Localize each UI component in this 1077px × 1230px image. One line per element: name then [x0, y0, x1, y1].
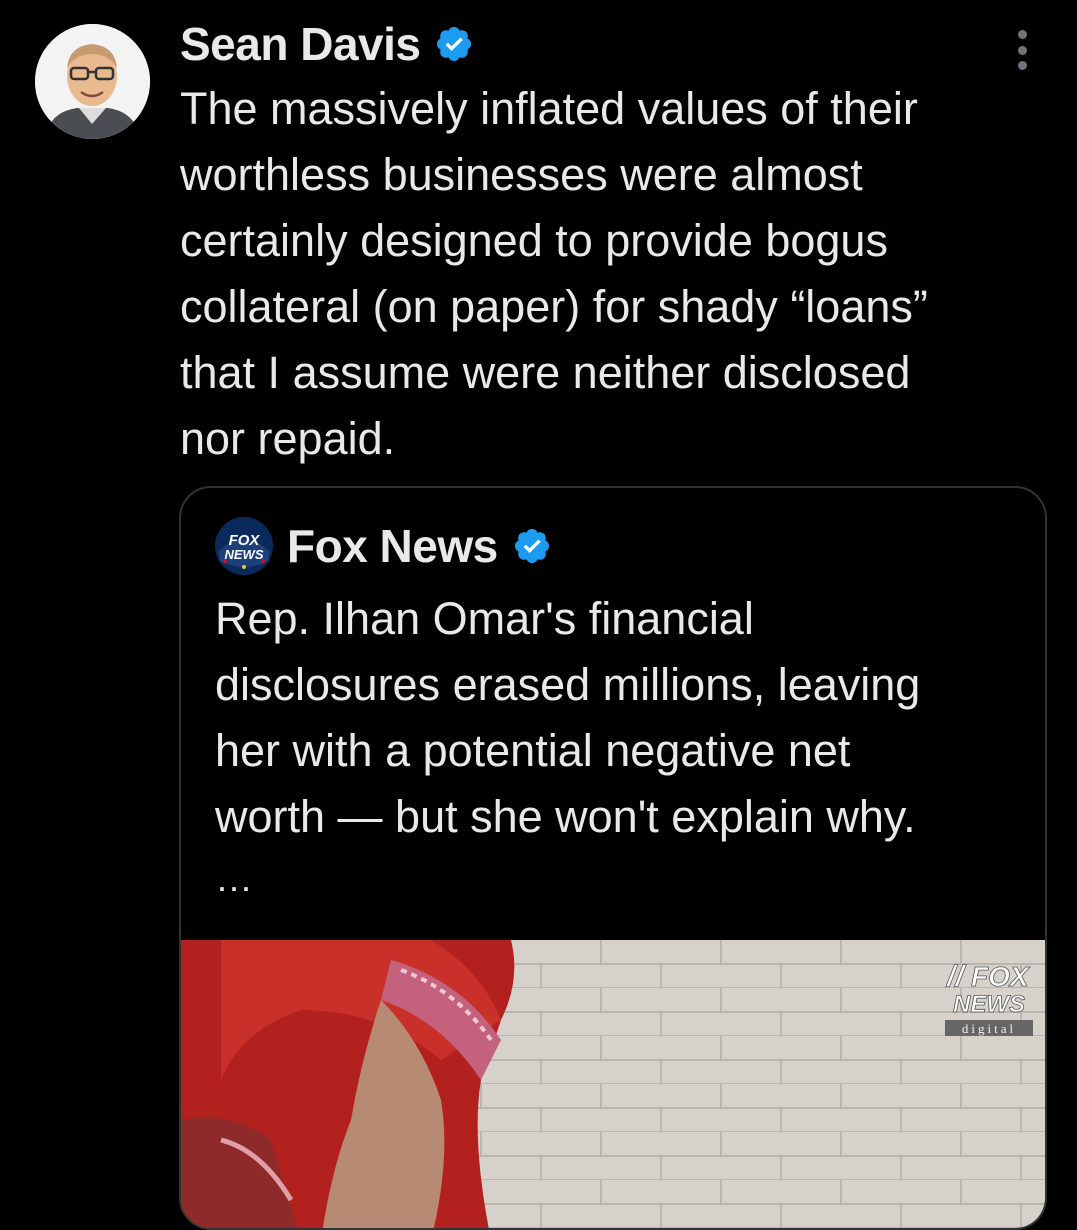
tweet-text: The massively inflated values of their w… [180, 83, 928, 464]
fox-news-digital-watermark: // FOX NEWS digital [941, 946, 1037, 1042]
svg-text://: // [945, 960, 966, 993]
verified-badge-icon [512, 526, 552, 566]
verified-badge-icon [434, 24, 474, 64]
fox-news-logo-avatar[interactable]: FOX NEWS [215, 517, 273, 575]
svg-text:NEWS: NEWS [225, 547, 264, 562]
quoted-tweet[interactable]: FOX NEWS Fox News Rep. Ilhan Omar's fina… [179, 486, 1047, 1230]
author-name[interactable]: Sean Davis [180, 17, 421, 71]
quote-author-name[interactable]: Fox News [287, 519, 498, 573]
quote-text: Rep. Ilhan Omar's financial disclosures … [215, 593, 921, 842]
truncation-ellipsis: ... [217, 858, 254, 899]
watermark-news: NEWS [953, 991, 1025, 1018]
quote-media-image[interactable]: // FOX NEWS digital [181, 940, 1045, 1228]
more-options-icon[interactable] [1008, 30, 1036, 70]
watermark-digital: digital [962, 1021, 1016, 1036]
tweet[interactable]: Sean Davis The massively inflated values… [0, 0, 1077, 1230]
quote-header: FOX NEWS Fox News [215, 514, 552, 578]
tweet-header: Sean Davis [180, 14, 474, 74]
watermark-fox: FOX [971, 961, 1031, 992]
author-avatar[interactable] [35, 24, 150, 139]
